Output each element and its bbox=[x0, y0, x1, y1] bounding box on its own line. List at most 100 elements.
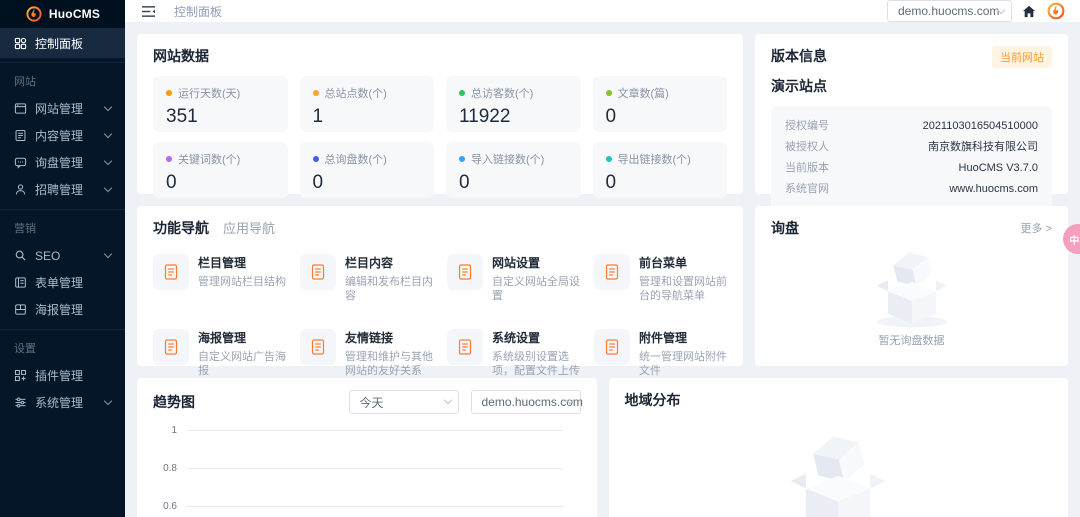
stat-dot bbox=[605, 156, 612, 162]
stat-tile-inbound-links: 导入链接数(个) 0 bbox=[446, 142, 581, 198]
sidebar-item-label: 插件管理 bbox=[35, 369, 84, 383]
stat-dot bbox=[459, 90, 465, 96]
card-title: 地域分布 bbox=[624, 392, 681, 408]
card-title: 版本信息 bbox=[771, 48, 827, 64]
trend-site-select[interactable]: demo.huocms.com bbox=[470, 390, 583, 414]
quick-nav-desc: 统一管理网站附件文件 bbox=[639, 351, 727, 377]
quick-nav-item-column-management[interactable]: 栏目管理 管理网站栏目结构 bbox=[153, 254, 286, 303]
license-label: 授权编号 bbox=[785, 120, 829, 132]
document-icon bbox=[153, 254, 189, 290]
quick-nav-item-site-settings[interactable]: 网站设置 自定义网站全局设置 bbox=[447, 254, 580, 303]
sidebar-item-label: 表单管理 bbox=[35, 276, 84, 290]
sidebar-item-content-management[interactable]: 内容管理 bbox=[0, 122, 125, 149]
quick-nav-title: 栏目内容 bbox=[345, 256, 394, 270]
quick-nav-desc: 管理和维护与其他网站的友好关系 bbox=[345, 351, 433, 377]
site-name: 演示站点 bbox=[771, 78, 827, 94]
document-icon bbox=[447, 329, 483, 365]
tab-app-nav[interactable]: 应用导航 bbox=[223, 218, 275, 237]
stat-value: 351 bbox=[166, 106, 198, 127]
brand-flame-icon bbox=[25, 5, 43, 23]
quick-nav-title: 网站设置 bbox=[492, 256, 541, 270]
license-row: 授权编号 2021103016504510000 bbox=[785, 116, 1038, 137]
row-middle: 功能导航 应用导航 栏目管理 管理网站栏目结构 栏目内容 编辑和发布栏目内容 网… bbox=[137, 206, 1068, 391]
license-label: 被授权人 bbox=[785, 141, 829, 153]
quick-nav-tabs: 功能导航 应用导航 bbox=[153, 218, 727, 238]
sidebar-item-label: 询盘管理 bbox=[35, 156, 84, 170]
stat-tile-total-visitors: 总访客数(个) 11922 bbox=[446, 76, 581, 132]
app-logo-text: HuoCMS bbox=[48, 7, 101, 21]
sidebar-group-site: 网站 网站管理 内容管理 询盘管理 招聘管理 bbox=[0, 62, 125, 203]
trend-chart: 1 0.8 0.6 bbox=[153, 425, 581, 517]
license-row: 被授权人 南京数旗科技有限公司 bbox=[785, 137, 1038, 158]
sidebar-item-plugin-management[interactable]: 插件管理 bbox=[0, 362, 125, 389]
stat-tile-articles: 文章数(篇) 0 bbox=[592, 76, 727, 132]
license-value: www.huocms.com bbox=[949, 183, 1038, 195]
y-axis-tick: 0.8 bbox=[163, 463, 177, 474]
stat-value: 0 bbox=[166, 172, 177, 193]
breadcrumb[interactable]: 控制面板 bbox=[174, 3, 222, 20]
search-icon bbox=[15, 250, 26, 261]
sidebar: HuoCMS 控制面板 网站 网站管理 内容管理 询盘管理 招聘管理 营销 SE… bbox=[0, 0, 125, 517]
card-title: 趋势图 bbox=[153, 394, 195, 410]
person-icon bbox=[15, 184, 26, 195]
sidebar-item-label: 海报管理 bbox=[35, 303, 84, 317]
trend-range-value: 今天 bbox=[359, 395, 384, 410]
stat-dot bbox=[166, 156, 172, 162]
sidebar-item-system-management[interactable]: 系统管理 bbox=[0, 389, 125, 416]
region-empty-state bbox=[625, 420, 1053, 517]
quick-nav-title: 系统设置 bbox=[492, 331, 541, 345]
app-logo[interactable]: HuoCMS bbox=[0, 0, 125, 28]
home-icon[interactable] bbox=[1022, 5, 1036, 18]
sidebar-item-poster-management[interactable]: 海报管理 bbox=[0, 296, 125, 323]
quick-nav-desc: 管理和设置网站前台的导航菜单 bbox=[639, 276, 727, 302]
dashboard-icon bbox=[14, 37, 27, 49]
license-value: HuoCMS V3.7.0 bbox=[958, 162, 1038, 174]
sidebar-item-label: 内容管理 bbox=[35, 129, 84, 143]
sidebar-item-form-management[interactable]: 表单管理 bbox=[0, 269, 125, 296]
site-switcher-select[interactable]: demo.huocms.com bbox=[887, 0, 1012, 22]
chevron-down-icon bbox=[103, 129, 113, 139]
sidebar-item-seo[interactable]: SEO bbox=[0, 242, 125, 269]
stat-dot bbox=[312, 90, 319, 96]
sidebar-item-inquiry-management[interactable]: 询盘管理 bbox=[0, 149, 125, 176]
quick-nav-title: 海报管理 bbox=[198, 331, 247, 345]
sliders-icon bbox=[15, 397, 26, 408]
sidebar-item-dashboard[interactable]: 控制面板 bbox=[0, 28, 125, 58]
quick-nav-desc: 管理网站栏目结构 bbox=[198, 276, 286, 288]
stat-tile-keywords: 关键词数(个) 0 bbox=[153, 142, 288, 198]
quick-nav-grid: 栏目管理 管理网站栏目结构 栏目内容 编辑和发布栏目内容 网站设置 自定义网站全… bbox=[153, 254, 727, 392]
stat-dot bbox=[605, 90, 612, 96]
brand-flame-icon[interactable] bbox=[1046, 1, 1066, 21]
license-value: 南京数旗科技有限公司 bbox=[928, 141, 1038, 153]
website-icon bbox=[14, 103, 27, 114]
chevron-down-icon bbox=[103, 183, 113, 193]
y-axis-tick: 1 bbox=[171, 425, 177, 436]
quick-nav-desc: 自定义网站广告海报 bbox=[198, 351, 286, 377]
site-switcher-value: demo.huocms.com bbox=[898, 4, 1000, 18]
app-window: HuoCMS 控制面板 网站 网站管理 内容管理 询盘管理 招聘管理 营销 SE… bbox=[0, 0, 1080, 517]
poster-layout-icon bbox=[15, 304, 26, 315]
stat-dot bbox=[312, 156, 319, 162]
chart-gridline: 0.8 bbox=[153, 463, 581, 506]
stat-label: 总访客数(个) bbox=[471, 88, 534, 100]
quick-nav-item-front-menu[interactable]: 前台菜单 管理和设置网站前台的导航菜单 bbox=[594, 254, 727, 303]
content-icon bbox=[15, 129, 26, 142]
stat-label: 导出链接数(个) bbox=[617, 154, 691, 166]
sidebar-group-marketing: 营销 SEO 表单管理 海报管理 bbox=[0, 209, 125, 323]
y-axis-tick: 0.6 bbox=[163, 501, 177, 512]
quick-nav-item-column-content[interactable]: 栏目内容 编辑和发布栏目内容 bbox=[300, 254, 433, 303]
collapse-menu-icon[interactable] bbox=[141, 5, 156, 18]
document-icon bbox=[594, 329, 630, 365]
tab-function-nav[interactable]: 功能导航 bbox=[153, 218, 209, 238]
stat-tile-total-sites: 总站点数(个) 1 bbox=[299, 76, 434, 132]
license-label: 系统官网 bbox=[785, 183, 829, 195]
sidebar-item-website-management[interactable]: 网站管理 bbox=[0, 95, 125, 122]
topbar: 控制面板 demo.huocms.com bbox=[125, 0, 1080, 22]
quick-nav-desc: 自定义网站全局设置 bbox=[492, 276, 580, 302]
more-link[interactable]: 更多 > bbox=[1021, 220, 1052, 236]
document-icon bbox=[300, 329, 336, 365]
trend-range-select[interactable]: 今天 bbox=[348, 390, 459, 414]
sidebar-item-recruitment-management[interactable]: 招聘管理 bbox=[0, 176, 125, 203]
chart-gridline: 1 bbox=[153, 425, 581, 468]
chat-bubble-icon bbox=[14, 157, 27, 169]
